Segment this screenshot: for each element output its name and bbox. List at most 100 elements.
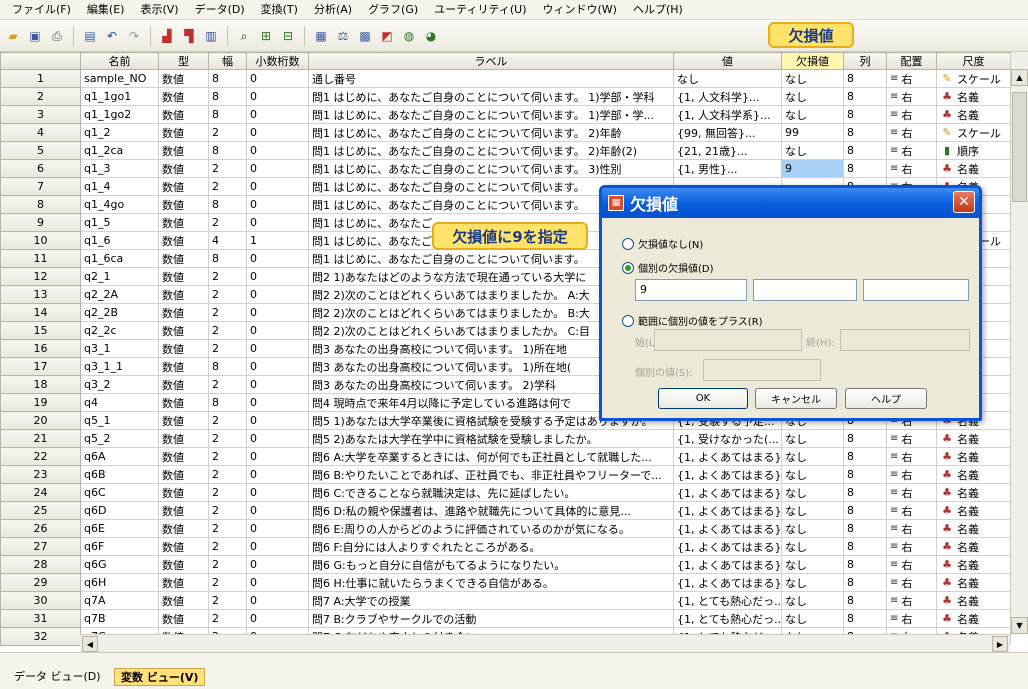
row-number[interactable]: 29	[0, 573, 81, 592]
type-cell[interactable]: 数値	[158, 195, 209, 214]
values-cell[interactable]: {1, 男性}...	[673, 159, 782, 178]
type-cell[interactable]: 数値	[158, 105, 209, 124]
variables-info-icon[interactable]: ▥	[202, 27, 220, 45]
column-header[interactable]: 尺度	[936, 52, 1011, 70]
type-cell[interactable]: 数値	[158, 501, 209, 520]
name-cell[interactable]: q6D	[80, 501, 159, 520]
values-cell[interactable]: {21, 21歳}...	[673, 141, 782, 160]
column-header[interactable]: 値	[673, 52, 782, 70]
align-cell[interactable]: ≡右	[886, 69, 937, 88]
columns-cell[interactable]: 8	[843, 519, 887, 538]
columns-cell[interactable]: 8	[843, 87, 887, 106]
tab-variable-view[interactable]: 変数 ビュー(V)	[114, 668, 206, 686]
label-cell[interactable]: 問6 H:仕事に就いたらうまくできる自信がある。	[308, 573, 674, 592]
row-number[interactable]: 22	[0, 447, 81, 466]
radio-no-missing[interactable]: 欠損値なし(N)	[622, 236, 703, 251]
type-cell[interactable]: 数値	[158, 69, 209, 88]
scroll-up-icon[interactable]: ▲	[1011, 69, 1028, 86]
measure-cell[interactable]: ✎ スケール	[936, 69, 1011, 88]
name-cell[interactable]: q2_2B	[80, 303, 159, 322]
column-header[interactable]: 型	[158, 52, 209, 70]
name-cell[interactable]: q1_2	[80, 123, 159, 142]
save-icon[interactable]: ▣	[26, 27, 44, 45]
column-header[interactable]: 小数桁数	[246, 52, 309, 70]
row-number[interactable]: 8	[0, 195, 81, 214]
values-cell[interactable]: {1, よくあてはまる}...	[673, 555, 782, 574]
name-cell[interactable]: q6H	[80, 573, 159, 592]
radio-icon[interactable]	[622, 261, 634, 274]
measure-cell[interactable]: ♣ 名義	[936, 537, 1011, 556]
name-cell[interactable]: sample_NO	[80, 69, 159, 88]
label-cell[interactable]: 問7 A:大学での授業	[308, 591, 674, 610]
width-cell[interactable]: 2	[208, 573, 247, 592]
columns-cell[interactable]: 8	[843, 105, 887, 124]
values-cell[interactable]: {1, よくあてはまる}...	[673, 483, 782, 502]
width-cell[interactable]: 2	[208, 123, 247, 142]
name-cell[interactable]: q1_3	[80, 159, 159, 178]
radio-discrete-missing[interactable]: 個別の欠損値(D)	[622, 260, 714, 275]
range-high-input[interactable]	[840, 329, 970, 351]
columns-cell[interactable]: 8	[843, 465, 887, 484]
type-cell[interactable]: 数値	[158, 591, 209, 610]
discrete-value-3-input[interactable]	[863, 279, 969, 301]
width-cell[interactable]: 2	[208, 213, 247, 232]
row-number[interactable]: 20	[0, 411, 81, 430]
name-cell[interactable]: q3_1	[80, 339, 159, 358]
name-cell[interactable]: q7B	[80, 609, 159, 628]
columns-cell[interactable]: 8	[843, 609, 887, 628]
row-number[interactable]: 18	[0, 375, 81, 394]
columns-cell[interactable]: 8	[843, 573, 887, 592]
label-cell[interactable]: 問7 B:クラブやサークルでの活動	[308, 609, 674, 628]
measure-cell[interactable]: ♣ 名義	[936, 555, 1011, 574]
name-cell[interactable]: q2_2c	[80, 321, 159, 340]
width-cell[interactable]: 8	[208, 69, 247, 88]
row-number[interactable]: 32	[0, 627, 81, 646]
type-cell[interactable]: 数値	[158, 123, 209, 142]
align-cell[interactable]: ≡右	[886, 537, 937, 556]
row-number[interactable]: 3	[0, 105, 81, 124]
missing-cell[interactable]: なし	[781, 87, 844, 106]
label-cell[interactable]: 問1 はじめに、あなたご自身のことについて伺います。 2)年齢(2)	[308, 141, 674, 160]
name-cell[interactable]: q1_6ca	[80, 249, 159, 268]
align-cell[interactable]: ≡右	[886, 519, 937, 538]
menu-item[interactable]: ウィンドウ(W)	[535, 0, 625, 20]
missing-cell[interactable]: なし	[781, 573, 844, 592]
name-cell[interactable]: q7A	[80, 591, 159, 610]
decimals-cell[interactable]: 0	[246, 105, 309, 124]
row-number[interactable]: 28	[0, 555, 81, 574]
measure-cell[interactable]: ♣ 名義	[936, 159, 1011, 178]
discrete-value-input[interactable]	[703, 359, 821, 381]
label-cell[interactable]: 問1 はじめに、あなたご自身のことについて伺います。 3)性別	[308, 159, 674, 178]
width-cell[interactable]: 2	[208, 159, 247, 178]
align-cell[interactable]: ≡右	[886, 573, 937, 592]
value-labels-icon[interactable]: ◩	[378, 27, 396, 45]
row-number[interactable]: 31	[0, 609, 81, 628]
width-cell[interactable]: 4	[208, 231, 247, 250]
decimals-cell[interactable]: 0	[246, 177, 309, 196]
name-cell[interactable]: q1_6	[80, 231, 159, 250]
decimals-cell[interactable]: 0	[246, 483, 309, 502]
label-cell[interactable]: 問1 はじめに、あなたご自身のことについて伺います。 1)学部・学...	[308, 105, 674, 124]
missing-cell[interactable]: 9	[781, 159, 844, 178]
name-cell[interactable]: q6A	[80, 447, 159, 466]
align-cell[interactable]: ≡右	[886, 429, 937, 448]
decimals-cell[interactable]: 1	[246, 231, 309, 250]
columns-cell[interactable]: 8	[843, 591, 887, 610]
type-cell[interactable]: 数値	[158, 87, 209, 106]
row-number[interactable]: 14	[0, 303, 81, 322]
radio-icon[interactable]	[622, 314, 634, 327]
measure-cell[interactable]: ♣ 名義	[936, 105, 1011, 124]
scroll-down-icon[interactable]: ▼	[1011, 617, 1028, 634]
dialog-recall-icon[interactable]: ▤	[81, 27, 99, 45]
measure-cell[interactable]: ♣ 名義	[936, 501, 1011, 520]
vertical-scrollbar[interactable]: ▲ ▼	[1010, 52, 1028, 634]
type-cell[interactable]: 数値	[158, 231, 209, 250]
decimals-cell[interactable]: 0	[246, 303, 309, 322]
decimals-cell[interactable]: 0	[246, 555, 309, 574]
missing-cell[interactable]: なし	[781, 465, 844, 484]
width-cell[interactable]: 8	[208, 357, 247, 376]
name-cell[interactable]: q1_2ca	[80, 141, 159, 160]
name-cell[interactable]: q3_2	[80, 375, 159, 394]
values-cell[interactable]: {1, とても熱心だっ...	[673, 609, 782, 628]
type-cell[interactable]: 数値	[158, 249, 209, 268]
